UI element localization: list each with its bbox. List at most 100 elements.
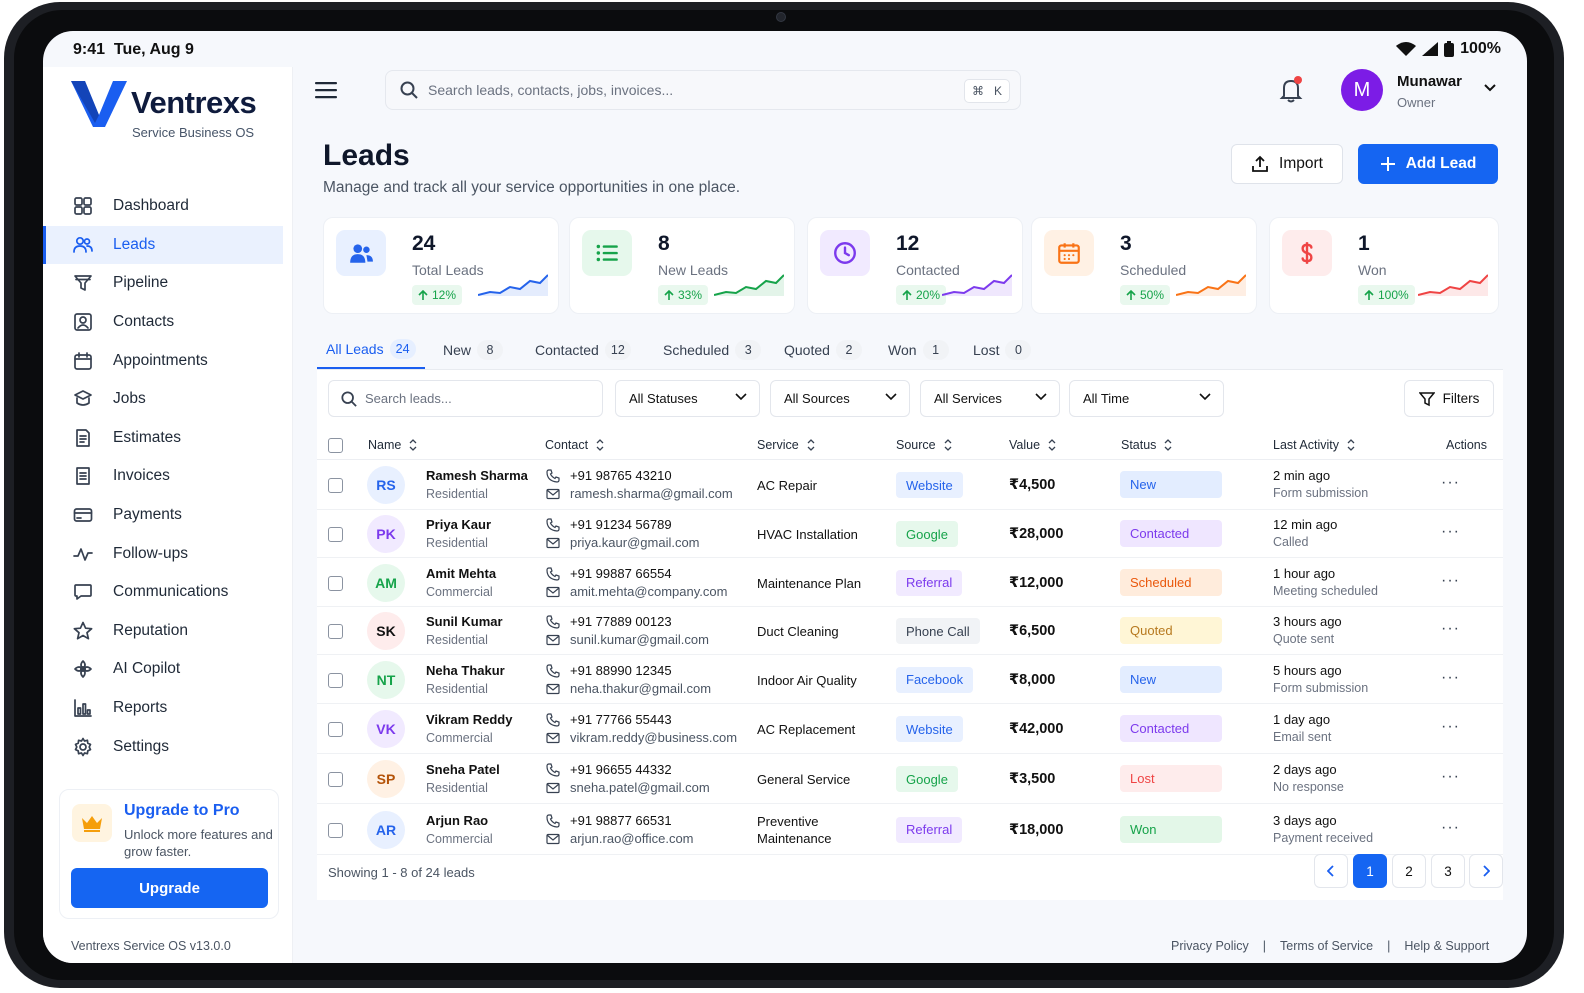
row-checkbox[interactable]	[328, 575, 343, 591]
tab-quoted[interactable]: Quoted 2	[784, 331, 862, 369]
footer-link-privacy-policy[interactable]: Privacy Policy	[1171, 939, 1249, 953]
status-badge[interactable]: Contacted	[1120, 520, 1222, 547]
lead-phone[interactable]: +91 96655 44332	[570, 762, 672, 777]
table-row[interactable]: SP Sneha Patel Residential +91 96655 443…	[317, 754, 1503, 804]
row-actions-menu[interactable]: ···	[1441, 474, 1460, 492]
column-header-last-activity[interactable]: Last Activity	[1273, 438, 1355, 452]
lead-name[interactable]: Amit Mehta	[426, 566, 496, 581]
lead-phone[interactable]: +91 77766 55443	[570, 712, 672, 727]
upgrade-button[interactable]: Upgrade	[71, 868, 268, 908]
lead-name[interactable]: Vikram Reddy	[426, 712, 512, 727]
column-header-source[interactable]: Source	[896, 438, 952, 452]
lead-email[interactable]: sunil.kumar@gmail.com	[570, 632, 709, 647]
tab-new[interactable]: New 8	[443, 331, 511, 369]
pagination-next-button[interactable]	[1469, 854, 1503, 888]
row-checkbox[interactable]	[328, 527, 343, 542]
lead-name[interactable]: Ramesh Sharma	[426, 468, 528, 483]
footer-link-terms-of-service[interactable]: Terms of Service	[1280, 939, 1373, 953]
lead-phone[interactable]: +91 98877 66531	[570, 813, 672, 828]
user-avatar[interactable]: M	[1341, 69, 1383, 111]
row-actions-menu[interactable]: ···	[1441, 669, 1460, 687]
status-badge[interactable]: Scheduled	[1120, 568, 1222, 596]
row-actions-menu[interactable]: ···	[1441, 523, 1460, 541]
row-checkbox[interactable]	[328, 672, 343, 688]
table-row[interactable]: NT Neha Thakur Residential +91 88990 123…	[317, 655, 1503, 704]
sidebar-item-pipeline[interactable]: Pipeline	[43, 264, 293, 303]
lead-email[interactable]: sneha.patel@gmail.com	[570, 780, 710, 795]
footer-link-help-support[interactable]: Help & Support	[1404, 939, 1489, 953]
lead-email[interactable]: ramesh.sharma@gmail.com	[570, 486, 733, 501]
import-button[interactable]: Import	[1231, 144, 1343, 184]
row-checkbox[interactable]	[328, 624, 343, 639]
row-actions-menu[interactable]: ···	[1441, 819, 1460, 837]
column-header-service[interactable]: Service	[757, 438, 815, 452]
lead-email[interactable]: priya.kaur@gmail.com	[570, 535, 700, 550]
table-row[interactable]: VK Vikram Reddy Commercial +91 77766 554…	[317, 704, 1503, 754]
filters-button[interactable]: Filters	[1404, 380, 1494, 417]
sidebar-item-contacts[interactable]: Contacts	[43, 303, 293, 342]
row-actions-menu[interactable]: ···	[1441, 572, 1460, 590]
sidebar-item-follow-ups[interactable]: Follow-ups	[43, 534, 293, 573]
time-filter-select[interactable]: All Time	[1069, 380, 1224, 417]
sidebar-item-jobs[interactable]: Jobs	[43, 380, 293, 419]
lead-phone[interactable]: +91 98765 43210	[570, 468, 672, 483]
notifications-bell[interactable]	[1276, 75, 1306, 105]
status-badge[interactable]: New	[1120, 471, 1222, 498]
service-filter-select[interactable]: All Services	[920, 380, 1060, 417]
pagination-page-1[interactable]: 1	[1353, 854, 1387, 888]
tab-scheduled[interactable]: Scheduled 3	[663, 331, 762, 369]
lead-name[interactable]: Priya Kaur	[426, 517, 491, 532]
stat-card-scheduled[interactable]: 3 Scheduled 50%	[1031, 217, 1257, 314]
tab-lost[interactable]: Lost 0	[973, 331, 1037, 369]
sidebar-item-reports[interactable]: Reports	[43, 689, 293, 728]
status-badge[interactable]: Won	[1120, 815, 1222, 843]
table-row[interactable]: AM Amit Mehta Commercial +91 99887 66554…	[317, 558, 1503, 607]
column-header-value[interactable]: Value	[1009, 438, 1056, 452]
stat-card-contacted[interactable]: 12 Contacted 20%	[807, 217, 1023, 314]
lead-name[interactable]: Sunil Kumar	[426, 614, 503, 629]
row-checkbox[interactable]	[328, 478, 343, 493]
tab-contacted[interactable]: Contacted 12	[535, 331, 635, 369]
lead-email[interactable]: vikram.reddy@business.com	[570, 730, 737, 745]
lead-phone[interactable]: +91 77889 00123	[570, 614, 672, 629]
lead-name[interactable]: Neha Thakur	[426, 663, 505, 678]
lead-name[interactable]: Arjun Rao	[426, 813, 488, 828]
column-header-contact[interactable]: Contact	[545, 438, 604, 452]
lead-name[interactable]: Sneha Patel	[426, 762, 500, 777]
sidebar-item-ai-copilot[interactable]: AI Copilot	[43, 650, 293, 689]
column-header-status[interactable]: Status	[1121, 438, 1172, 452]
chevron-down-icon[interactable]	[1483, 83, 1497, 93]
leads-search-input[interactable]: Search leads...	[328, 380, 603, 417]
table-row[interactable]: PK Priya Kaur Residential +91 91234 5678…	[317, 510, 1503, 558]
sidebar-item-dashboard[interactable]: Dashboard	[43, 187, 293, 226]
row-checkbox[interactable]	[328, 722, 343, 737]
stat-card-total-leads[interactable]: 24 Total Leads 12%	[323, 217, 559, 314]
lead-email[interactable]: arjun.rao@office.com	[570, 831, 694, 846]
lead-phone[interactable]: +91 91234 56789	[570, 517, 672, 532]
pagination-page-2[interactable]: 2	[1392, 854, 1426, 888]
table-row[interactable]: RS Ramesh Sharma Residential +91 98765 4…	[317, 460, 1503, 510]
source-filter-select[interactable]: All Sources	[770, 380, 910, 417]
select-all-checkbox[interactable]	[328, 438, 343, 453]
stat-card-won[interactable]: 1 Won 100%	[1269, 217, 1499, 314]
sidebar-item-payments[interactable]: Payments	[43, 496, 293, 535]
row-checkbox[interactable]	[328, 772, 343, 787]
pagination-prev-button[interactable]	[1314, 854, 1348, 888]
brand-logo[interactable]: Ventrexs Service Business OS	[71, 79, 257, 140]
pagination-page-3[interactable]: 3	[1431, 854, 1465, 888]
status-badge[interactable]: New	[1120, 665, 1222, 693]
row-actions-menu[interactable]: ···	[1441, 768, 1460, 786]
sidebar-item-invoices[interactable]: Invoices	[43, 457, 293, 496]
table-row[interactable]: AR Arjun Rao Commercial +91 98877 66531 …	[317, 804, 1503, 855]
row-checkbox[interactable]	[328, 822, 343, 838]
user-name[interactable]: Munawar	[1397, 73, 1462, 90]
sidebar-item-reputation[interactable]: Reputation	[43, 612, 293, 651]
lead-phone[interactable]: +91 99887 66554	[570, 566, 672, 581]
global-search-input[interactable]: Search leads, contacts, jobs, invoices..…	[385, 70, 1021, 110]
sidebar-item-estimates[interactable]: Estimates	[43, 419, 293, 458]
status-badge[interactable]: Contacted	[1120, 715, 1222, 742]
sidebar-item-communications[interactable]: Communications	[43, 573, 293, 612]
status-filter-select[interactable]: All Statuses	[615, 380, 760, 417]
tab-won[interactable]: Won 1	[888, 331, 952, 369]
row-actions-menu[interactable]: ···	[1441, 718, 1460, 736]
